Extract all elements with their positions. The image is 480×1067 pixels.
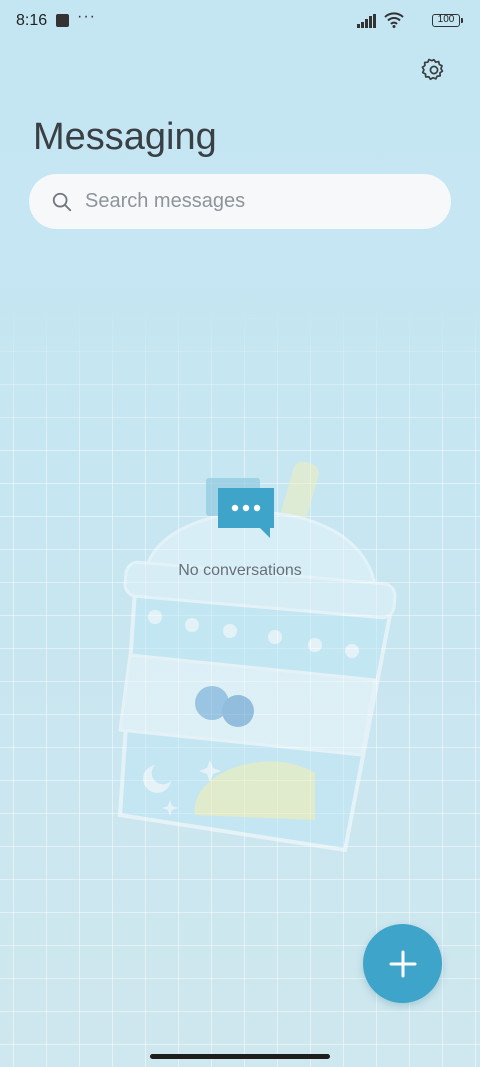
new-conversation-button[interactable] (363, 924, 442, 1003)
search-icon (52, 192, 72, 211)
search-bar[interactable] (29, 174, 451, 229)
home-indicator[interactable] (150, 1054, 330, 1059)
status-icons: 100 (357, 12, 463, 30)
plus-icon (389, 950, 416, 977)
status-bar: 8:16 ··· 100 (0, 0, 480, 44)
status-time: 8:16 (16, 12, 48, 29)
empty-state-text: No conversations (178, 562, 302, 579)
page-title: Messaging (33, 116, 217, 158)
search-input[interactable] (83, 189, 407, 214)
more-notifications-icon: ··· (77, 8, 96, 25)
signal-icon (357, 14, 376, 28)
battery-icon: 100 (432, 14, 463, 27)
gear-icon (421, 58, 444, 81)
notification-app-icon (56, 14, 69, 27)
settings-button[interactable] (418, 54, 450, 86)
wifi-icon (384, 12, 404, 28)
chat-bubble-icon (206, 478, 274, 538)
